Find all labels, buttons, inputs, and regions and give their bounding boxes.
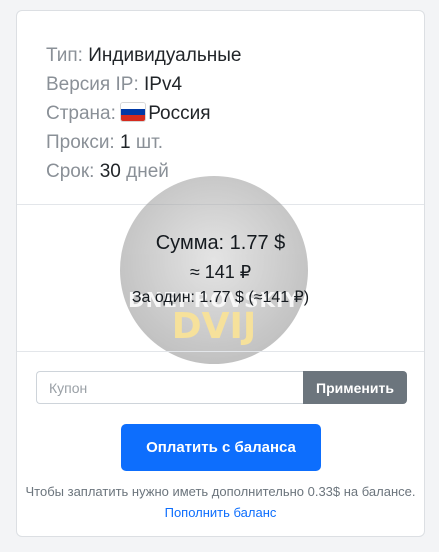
coupon-group: Применить	[36, 371, 407, 404]
order-details: Тип: Индивидуальные Версия IP: IPv4 Стра…	[17, 11, 424, 186]
country-label: Страна:	[46, 103, 116, 124]
country-value: Россия	[148, 103, 211, 124]
balance-note-text: Чтобы заплатить нужно иметь дополнительн…	[25, 484, 416, 499]
russia-flag-icon	[121, 103, 146, 121]
detail-ip-version: Версия IP: IPv4	[46, 70, 424, 99]
order-card: Тип: Индивидуальные Версия IP: IPv4 Стра…	[16, 10, 425, 537]
type-value: Индивидуальные	[88, 45, 242, 66]
proxies-unit: шт.	[135, 132, 163, 153]
ip-version-value: IPv4	[144, 74, 183, 95]
divider	[17, 351, 424, 352]
detail-country: Страна: Россия	[46, 99, 424, 128]
price-summary: Сумма: 1.77 $ ≈ 141 ₽ За один: 1.77 $ (≈…	[17, 229, 424, 309]
type-label: Тип:	[46, 45, 83, 66]
total-price-rub: ≈ 141 ₽	[189, 262, 252, 282]
proxies-value: 1	[120, 132, 131, 153]
pay-from-balance-button[interactable]: Оплатить с баланса	[121, 424, 321, 471]
detail-type: Тип: Индивидуальные	[46, 41, 424, 70]
coupon-input[interactable]	[36, 371, 303, 404]
total-price: Сумма: 1.77 $	[155, 232, 286, 254]
watermark-text-large: DVIJ	[171, 306, 257, 347]
term-unit: дней	[126, 161, 169, 182]
proxies-label: Прокси:	[46, 132, 115, 153]
term-value: 30	[99, 161, 121, 182]
apply-coupon-button[interactable]: Применить	[303, 371, 407, 404]
ip-version-label: Версия IP:	[46, 74, 139, 95]
balance-note: Чтобы заплатить нужно иметь дополнительн…	[17, 481, 424, 523]
detail-proxies: Прокси: 1 шт.	[46, 128, 424, 157]
top-up-balance-link[interactable]: Пополнить баланс	[165, 505, 277, 520]
term-label: Срок:	[46, 161, 95, 182]
price-per-one: За один: 1.77 $ (≈141 ₽)	[131, 289, 310, 306]
